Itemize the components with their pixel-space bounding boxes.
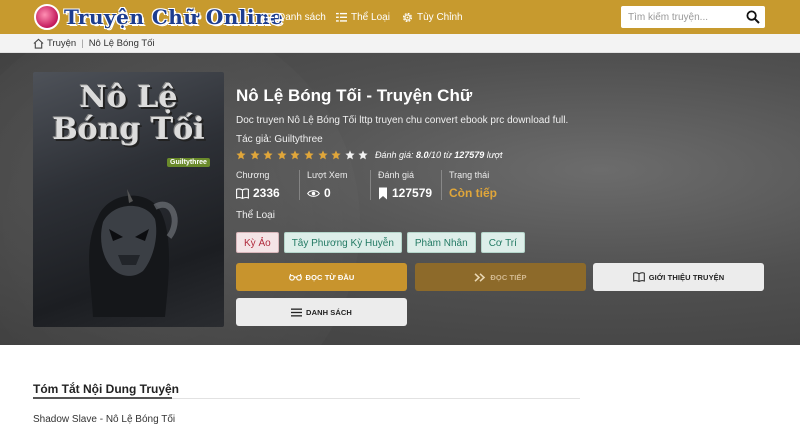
novel-hero: Nô Lệ Bóng Tối Guiltythree Nô Lệ Bóng Tố…	[0, 53, 800, 345]
category-list-icon	[336, 11, 347, 23]
stat-label: Chương	[236, 170, 270, 180]
cover-badge: Guiltythree	[167, 158, 210, 167]
breadcrumb-home-label: Truyện	[47, 37, 77, 49]
list-icon	[263, 12, 274, 22]
genre-tag[interactable]: Phàm Nhân	[406, 232, 476, 253]
button-label: ĐỌC TIẾP	[490, 272, 527, 282]
book-icon	[236, 187, 249, 199]
open-book-icon	[632, 272, 645, 282]
chapter-list-button[interactable]: DANH SÁCH	[236, 298, 407, 326]
stat-status: Trạng thái Còn tiếp	[441, 170, 497, 200]
nav-label: Tùy Chỉnh	[417, 11, 463, 23]
nav-label: Danh sách	[278, 11, 326, 23]
home-icon	[33, 38, 44, 49]
stat-value: 0	[307, 186, 347, 200]
button-label: ĐỌC TỪ ĐẦU	[305, 272, 355, 282]
masked-figure-illustration	[89, 189, 178, 317]
author-name[interactable]: Guiltythree	[274, 134, 322, 145]
search-input[interactable]	[621, 6, 739, 28]
rating-value: 8.0	[415, 150, 429, 160]
status-value: Còn tiếp	[449, 186, 497, 200]
search-box	[621, 6, 765, 28]
read-from-start-button[interactable]: ĐỌC TỪ ĐẦU	[236, 263, 407, 291]
stat-reviews: Đánh giá 127579	[370, 170, 432, 200]
stat-label: Đánh giá	[378, 170, 415, 180]
nav-the-loai[interactable]: Thể Loại	[336, 0, 390, 34]
rating-label: Đánh giá:	[374, 150, 414, 160]
genre-tag[interactable]: Cơ Trí	[480, 232, 525, 253]
reviews-value: 127579	[392, 186, 433, 200]
logo-text: Truyện Chữ Online	[64, 5, 284, 29]
star-filled-icon[interactable]	[263, 150, 273, 160]
introduction-button[interactable]: GIỚI THIỆU TRUYỆN	[593, 263, 764, 291]
rating-count: 127579	[454, 150, 485, 160]
breadcrumb: Truyện | Nô Lệ Bóng Tối	[0, 34, 800, 53]
genre-tag[interactable]: Tây Phương Kỳ Huyễn	[283, 232, 402, 253]
cover-title-line1: Nô Lệ	[79, 80, 178, 115]
stat-value: 127579	[378, 186, 432, 200]
site-logo[interactable]: Truyện Chữ Online	[34, 3, 283, 31]
eye-icon	[307, 189, 320, 197]
star-empty-icon[interactable]	[345, 150, 355, 160]
gear-icon	[402, 12, 413, 22]
breadcrumb-home[interactable]: Truyện	[33, 38, 76, 49]
views-value: 0	[324, 186, 331, 200]
button-label: GIỚI THIỆU TRUYỆN	[648, 272, 725, 282]
novel-cover[interactable]: Nô Lệ Bóng Tối Guiltythree	[33, 72, 224, 327]
search-icon[interactable]	[746, 10, 760, 24]
genre-tag[interactable]: Kỳ Ảo	[236, 232, 279, 253]
star-filled-icon[interactable]	[290, 150, 300, 160]
summary-divider	[33, 397, 580, 399]
summary-text: Shadow Slave - Nô Lệ Bóng Tối	[33, 414, 176, 425]
rating-row: Đánh giá: 8.0/10 từ 127579 lượt	[236, 149, 502, 161]
star-filled-icon[interactable]	[331, 150, 341, 160]
breadcrumb-separator: |	[81, 37, 84, 49]
rating-unit: lượt	[486, 150, 503, 160]
stat-value: 2336	[236, 186, 280, 200]
genre-label: Thể Loại	[236, 210, 275, 221]
nav-danh-sach[interactable]: Danh sách	[263, 0, 326, 34]
novel-title: Nô Lệ Bóng Tối - Truyện Chữ	[236, 86, 473, 105]
breadcrumb-current[interactable]: Nô Lệ Bóng Tối	[89, 38, 155, 49]
star-filled-icon[interactable]	[317, 150, 328, 160]
logo-icon	[34, 4, 60, 30]
cover-title: Nô Lệ Bóng Tối	[33, 82, 224, 146]
star-empty-icon[interactable]	[358, 150, 368, 160]
star-filled-icon[interactable]	[304, 150, 314, 160]
stat-chapters: Chương 2336	[236, 170, 280, 200]
star-filled-icon[interactable]	[249, 150, 260, 160]
genre-tags: Kỳ Ảo Tây Phương Kỳ Huyễn Phàm Nhân Cơ T…	[236, 232, 530, 253]
chapters-value: 2336	[253, 186, 280, 200]
star-filled-icon[interactable]	[236, 150, 246, 160]
novel-author: Tác giả: Guiltythree	[236, 134, 323, 145]
summary-heading: Tóm Tắt Nội Dung Truyện	[33, 382, 179, 396]
novel-description: Doc truyen Nô Lệ Bóng Tối lttp truyen ch…	[236, 115, 569, 126]
stat-label: Trạng thái	[449, 170, 490, 180]
button-label: DANH SÁCH	[306, 307, 352, 317]
rating-scale: /10 từ	[428, 150, 452, 160]
stat-label: Lượt Xem	[307, 170, 348, 180]
menu-icon	[291, 308, 303, 316]
glasses-icon	[288, 273, 302, 281]
star-rating[interactable]	[236, 150, 372, 160]
stat-views: Lượt Xem 0	[299, 170, 347, 200]
nav-label: Thể Loại	[351, 11, 390, 23]
bookmark-icon	[379, 187, 387, 199]
double-chevron-right-icon	[474, 272, 486, 282]
star-filled-icon[interactable]	[277, 150, 287, 160]
author-label: Tác giả:	[236, 134, 272, 145]
cover-title-line2: Bóng Tối	[52, 112, 205, 147]
site-header: Truyện Chữ Online Danh sách Thể Loại Tùy…	[0, 0, 800, 34]
nav-tuy-chinh[interactable]: Tùy Chỉnh	[402, 0, 463, 34]
continue-reading-button[interactable]: ĐỌC TIẾP	[415, 263, 586, 291]
